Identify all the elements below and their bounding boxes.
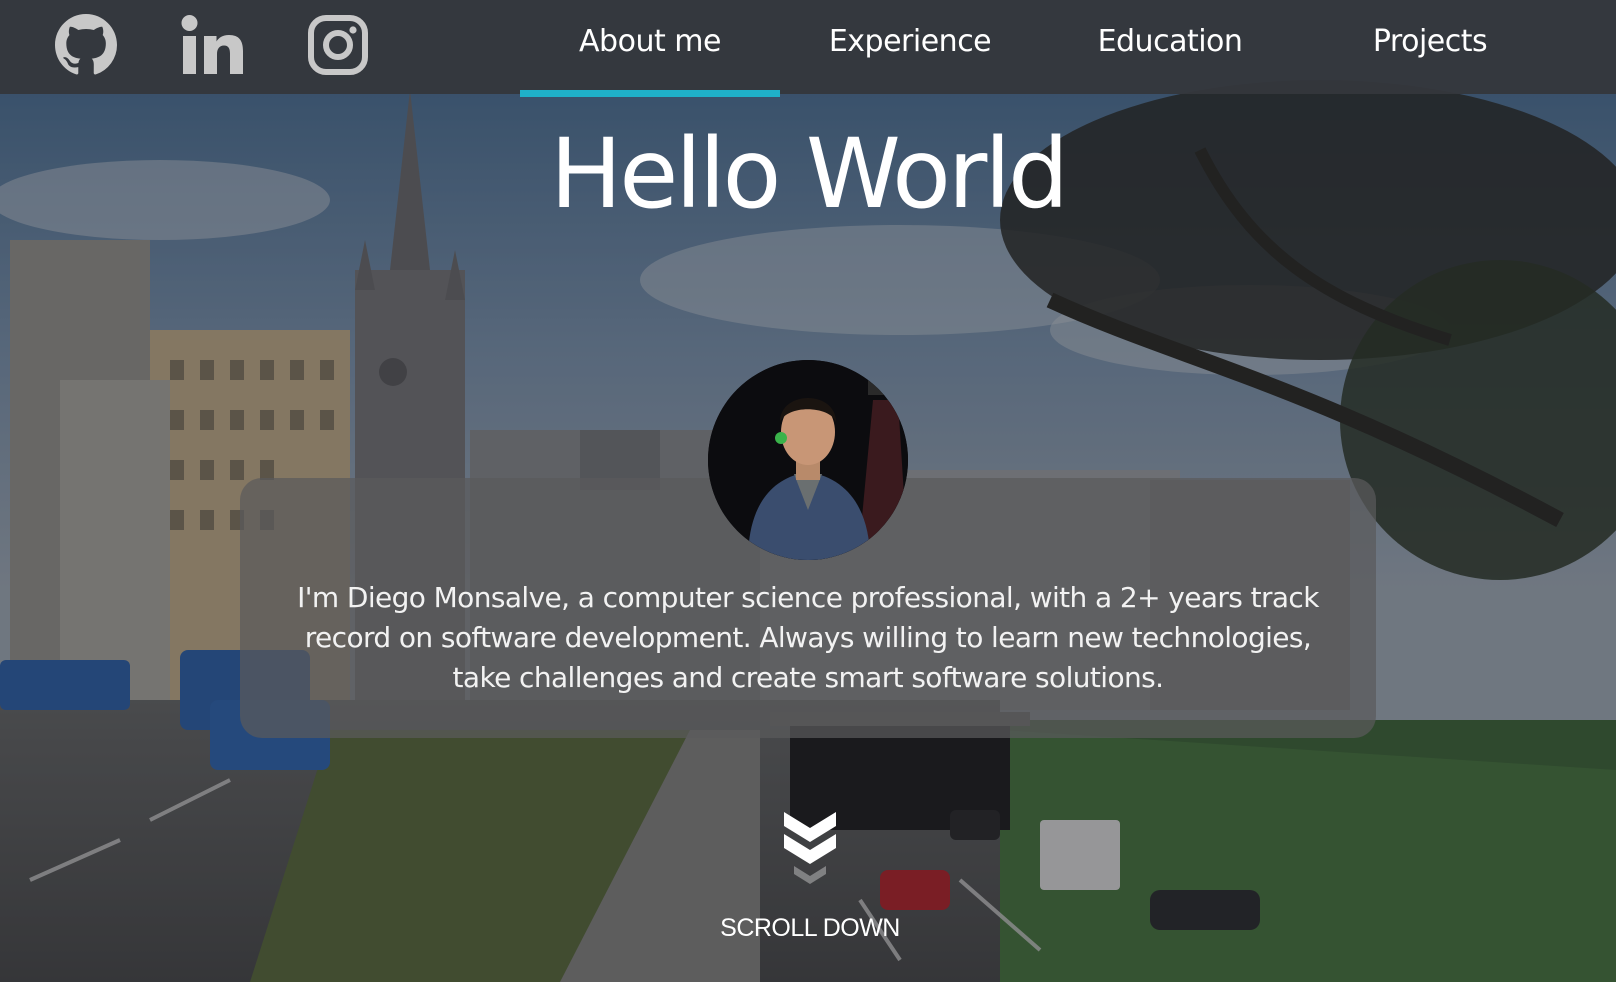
nav-experience[interactable]: Experience [780, 0, 1040, 94]
github-icon [55, 14, 117, 75]
double-chevron-down-icon[interactable] [780, 806, 840, 888]
about-description: I'm Diego Monsalve, a computer science p… [297, 581, 1319, 694]
nav-education[interactable]: Education [1040, 0, 1300, 94]
active-nav-indicator [520, 90, 780, 97]
linkedin-link[interactable] [180, 12, 246, 78]
hero-title: Hello World [550, 118, 1069, 230]
top-navbar: About me Experience Education Projects [0, 0, 1616, 97]
instagram-link[interactable] [305, 12, 371, 78]
scroll-down-label[interactable]: SCROLL DOWN [0, 914, 1616, 943]
nav-projects[interactable]: Projects [1300, 0, 1560, 94]
page: About me Experience Education Projects H… [0, 0, 1616, 982]
profile-photo [708, 360, 908, 560]
profile-avatar [708, 360, 908, 560]
github-link[interactable] [53, 12, 119, 78]
nav-about-me[interactable]: About me [520, 0, 780, 94]
linkedin-icon [181, 15, 243, 74]
instagram-icon [308, 15, 368, 75]
